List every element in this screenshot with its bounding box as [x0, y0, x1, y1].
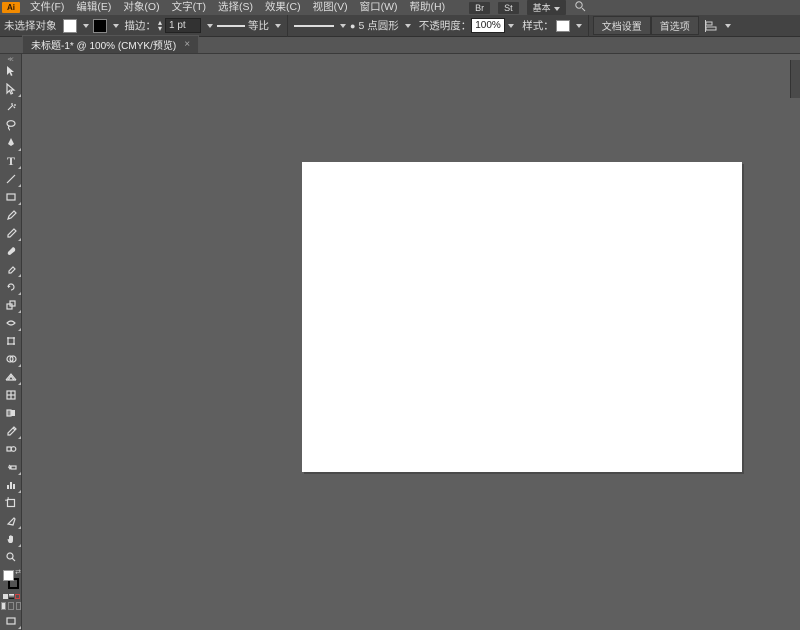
stroke-dropdown[interactable]	[91, 19, 121, 33]
document-setup-button[interactable]: 文档设置	[593, 16, 651, 35]
direct-selection-tool[interactable]	[0, 80, 22, 98]
brush-definition-label: 5 点圆形	[358, 18, 398, 33]
pen-tool[interactable]	[0, 134, 22, 152]
opacity-label: 不透明度：	[419, 18, 472, 33]
paintbrush-tool[interactable]	[0, 206, 22, 224]
swap-fill-stroke-icon[interactable]: ⇄	[15, 568, 21, 576]
shape-builder-tool[interactable]	[0, 350, 22, 368]
fill-dropdown[interactable]	[61, 19, 91, 33]
menu-bar: Ai 文件(F) 编辑(E) 对象(O) 文字(T) 选择(S) 效果(C) 视…	[0, 0, 800, 15]
blob-brush-tool[interactable]	[0, 242, 22, 260]
menu-edit[interactable]: 编辑(E)	[70, 0, 117, 15]
magic-wand-tool[interactable]	[0, 98, 22, 116]
document-tab-bar: 未标题-1* @ 100% (CMYK/预览) ×	[0, 37, 800, 54]
selection-status-label: 未选择对象	[0, 18, 61, 33]
fill-stroke-control[interactable]: ⇄	[0, 568, 22, 590]
menu-object[interactable]: 对象(O)	[117, 0, 165, 15]
workspace-switcher[interactable]: 基本	[527, 0, 566, 15]
stroke-weight-input[interactable]	[165, 18, 201, 33]
type-tool[interactable]: T	[0, 152, 22, 170]
graphic-style-label: 样式：	[522, 18, 554, 33]
screen-mode-button[interactable]	[0, 612, 22, 630]
artboard[interactable]	[302, 162, 742, 472]
close-tab-icon[interactable]: ×	[184, 39, 190, 50]
stroke-weight-label: 描边：	[125, 18, 157, 33]
selection-tool[interactable]	[0, 62, 22, 80]
eraser-tool[interactable]	[0, 260, 22, 278]
blend-tool[interactable]	[0, 440, 22, 458]
stroke-profile-dropdown[interactable]: 等比	[215, 18, 283, 33]
eyedropper-tool[interactable]	[0, 422, 22, 440]
align-dropdown[interactable]	[703, 20, 733, 32]
mesh-tool[interactable]	[0, 386, 22, 404]
preferences-button[interactable]: 首选项	[651, 16, 699, 35]
document-tab[interactable]: 未标题-1* @ 100% (CMYK/预览) ×	[22, 35, 199, 53]
perspective-grid-tool[interactable]	[0, 368, 22, 386]
artboard-tool[interactable]	[0, 494, 22, 512]
color-mode-row	[0, 590, 22, 602]
width-tool[interactable]	[0, 314, 22, 332]
zoom-tool[interactable]	[0, 548, 22, 566]
menu-type[interactable]: 文字(T)	[166, 0, 212, 15]
collapsed-panel-tab[interactable]	[790, 60, 800, 98]
color-none-icon[interactable]	[15, 594, 20, 599]
draw-behind-icon[interactable]	[8, 602, 13, 610]
canvas-area[interactable]	[22, 54, 800, 541]
color-gradient-icon[interactable]	[9, 594, 14, 599]
document-tab-title: 未标题-1* @ 100% (CMYK/预览)	[31, 37, 176, 52]
gradient-tool[interactable]	[0, 404, 22, 422]
search-icon[interactable]	[574, 0, 586, 15]
control-bar: 未选择对象 描边： ▴▾ 等比 ● 5 点圆形 不透明度： 样式： 文档设置 首…	[0, 15, 800, 37]
color-solid-icon[interactable]	[3, 594, 8, 599]
menu-help[interactable]: 帮助(H)	[404, 0, 452, 15]
symbol-sprayer-tool[interactable]	[0, 458, 22, 476]
brush-stroke-preview-icon	[294, 25, 334, 27]
draw-normal-icon[interactable]	[1, 602, 6, 610]
opacity-dropdown-caret[interactable]	[505, 20, 514, 32]
bridge-button[interactable]: Br	[469, 2, 490, 14]
stroke-weight-stepper[interactable]: ▴▾	[156, 18, 215, 33]
align-icon	[705, 20, 719, 32]
lasso-tool[interactable]	[0, 116, 22, 134]
rectangle-tool[interactable]	[0, 188, 22, 206]
draw-inside-icon[interactable]	[16, 602, 21, 610]
brush-definition-dropdown[interactable]: ● 5 点圆形	[348, 18, 413, 33]
column-graph-tool[interactable]	[0, 476, 22, 494]
menu-view[interactable]: 视图(V)	[307, 0, 354, 15]
free-transform-tool[interactable]	[0, 332, 22, 350]
app-logo-icon: Ai	[2, 2, 20, 13]
menu-right-group: Br St 基本	[469, 0, 586, 15]
opacity-input[interactable]	[471, 18, 505, 33]
line-segment-tool[interactable]	[0, 170, 22, 188]
brush-preview-dropdown[interactable]	[292, 20, 348, 32]
graphic-style-swatch-icon	[556, 20, 570, 32]
tools-panel: ≪ T ⇄	[0, 54, 22, 630]
menu-effect[interactable]: 效果(C)	[259, 0, 307, 15]
slice-tool[interactable]	[0, 512, 22, 530]
fill-color-icon[interactable]	[3, 570, 14, 581]
pencil-tool[interactable]	[0, 224, 22, 242]
menu-file[interactable]: 文件(F)	[24, 0, 70, 15]
stroke-swatch-icon	[93, 19, 107, 33]
hand-tool[interactable]	[0, 530, 22, 548]
rotate-tool[interactable]	[0, 278, 22, 296]
stroke-profile-preview-icon	[217, 25, 245, 27]
graphic-style-dropdown[interactable]	[554, 20, 584, 32]
stock-button[interactable]: St	[498, 2, 519, 14]
fill-swatch-icon	[63, 19, 77, 33]
menu-window[interactable]: 窗口(W)	[354, 0, 404, 15]
drawing-modes[interactable]	[0, 602, 22, 612]
stroke-profile-label: 等比	[248, 18, 269, 33]
scale-tool[interactable]	[0, 296, 22, 314]
menu-select[interactable]: 选择(S)	[212, 0, 259, 15]
